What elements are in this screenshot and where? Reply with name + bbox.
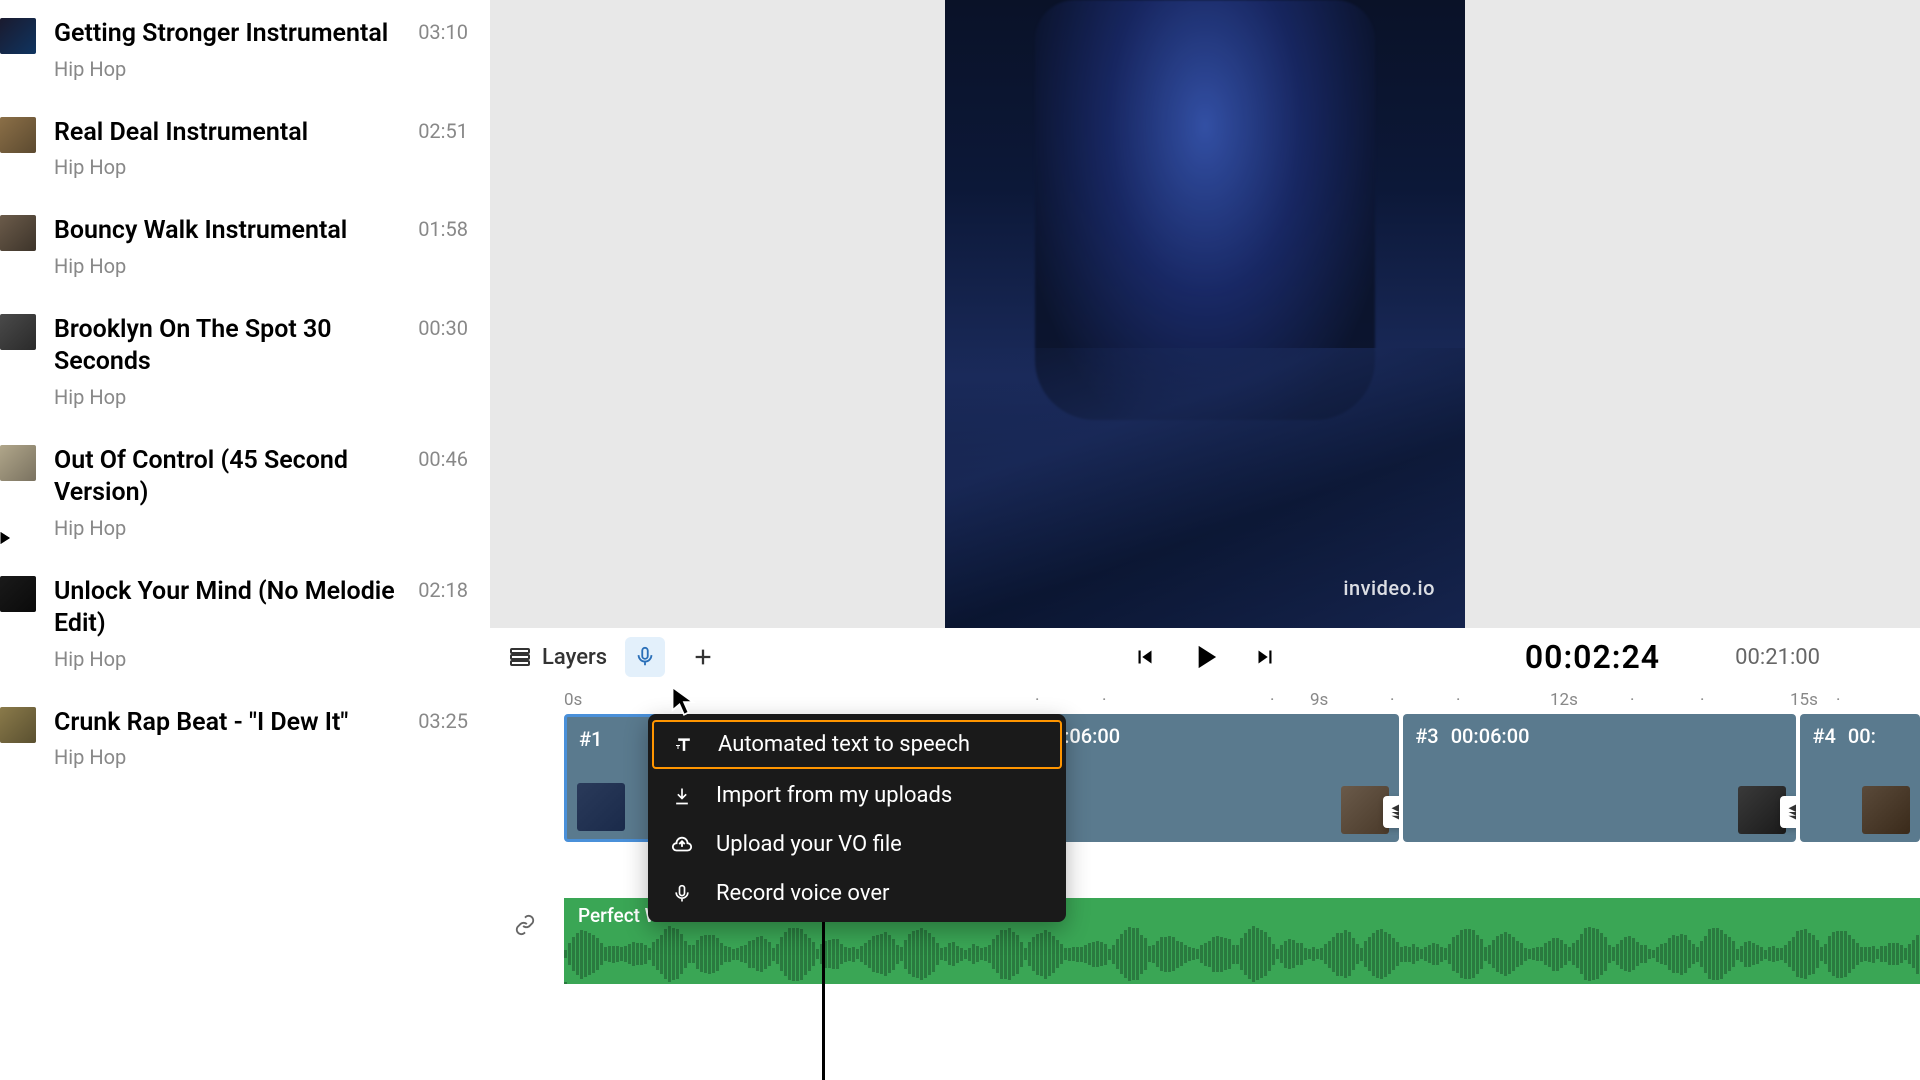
track-thumbnail: [0, 576, 36, 612]
clip-thumbnail: [1862, 786, 1910, 834]
track-title: Out Of Control (45 Second Version): [54, 445, 400, 510]
cloud-upload-icon: [670, 833, 694, 857]
track-item[interactable]: Real Deal Instrumental Hip Hop 02:51: [0, 99, 488, 198]
track-title: Bouncy Walk Instrumental: [54, 215, 400, 248]
track-thumbnail: [0, 445, 36, 481]
clip-thumbnail: [577, 783, 625, 831]
track-thumbnail: [0, 314, 36, 350]
track-duration: 00:30: [418, 314, 468, 340]
clip-duration: 00:06:00: [1451, 724, 1530, 748]
track-duration: 03:10: [418, 18, 468, 44]
track-duration: 03:25: [418, 707, 468, 733]
layers-button[interactable]: Layers: [508, 645, 607, 670]
download-icon: [670, 784, 694, 808]
track-genre: Hip Hop: [54, 745, 400, 769]
dropdown-item-tts[interactable]: Automated text to speech: [652, 720, 1062, 769]
track-title: Getting Stronger Instrumental: [54, 18, 400, 51]
track-genre: Hip Hop: [54, 516, 400, 540]
clip-id: #4: [1812, 724, 1835, 748]
track-item[interactable]: Bouncy Walk Instrumental Hip Hop 01:58: [0, 197, 488, 296]
ruler-tick: 12s: [1550, 690, 1578, 710]
track-genre: Hip Hop: [54, 155, 400, 179]
preview-canvas[interactable]: invideo.io: [945, 0, 1465, 628]
track-duration: 01:58: [418, 215, 468, 241]
track-title: Real Deal Instrumental: [54, 117, 400, 150]
track-thumbnail: [0, 117, 36, 153]
track-duration: 02:18: [418, 576, 468, 602]
ruler-tick: 15s: [1790, 690, 1818, 710]
play-icon[interactable]: [0, 528, 14, 552]
track-genre: Hip Hop: [54, 647, 400, 671]
skip-next-button[interactable]: [1252, 644, 1278, 670]
video-preview: invideo.io: [490, 0, 1920, 628]
microphone-icon: [670, 882, 694, 906]
timeline-clip[interactable]: #4 00:: [1800, 714, 1920, 842]
skip-previous-button[interactable]: [1132, 644, 1158, 670]
clip-thumbnail: [1341, 786, 1389, 834]
track-item[interactable]: Unlock Your Mind (No Melodie Edit) Hip H…: [0, 558, 488, 689]
layers-label: Layers: [542, 645, 607, 670]
voiceover-dropdown: Automated text to speech Import from my …: [648, 714, 1066, 922]
dropdown-label: Upload your VO file: [716, 832, 902, 857]
clip-duration: 00:: [1848, 724, 1876, 748]
play-button[interactable]: [1186, 638, 1224, 676]
track-item[interactable]: Out Of Control (45 Second Version) Hip H…: [0, 427, 488, 558]
track-duration: 02:51: [418, 117, 468, 143]
playback-controls: [1132, 638, 1278, 676]
waveform: [564, 926, 1920, 984]
track-item[interactable]: Crunk Rap Beat - "I Dew It" Hip Hop 03:2…: [0, 689, 488, 788]
layers-icon[interactable]: [1383, 796, 1399, 828]
watermark: invideo.io: [1343, 576, 1435, 600]
track-item[interactable]: Brooklyn On The Spot 30 Seconds Hip Hop …: [0, 296, 488, 427]
track-thumbnail: [0, 215, 36, 251]
dropdown-label: Record voice over: [716, 881, 889, 906]
ruler-tick: 9s: [1310, 690, 1328, 710]
dropdown-label: Import from my uploads: [716, 783, 952, 808]
layers-icon[interactable]: [1780, 796, 1796, 828]
track-genre: Hip Hop: [54, 57, 400, 81]
add-button[interactable]: [683, 637, 723, 677]
voiceover-button[interactable]: [625, 637, 665, 677]
ruler-tick: 0s: [564, 690, 582, 710]
plus-icon: [692, 646, 714, 668]
current-time: 00:02:24: [1525, 638, 1660, 676]
clip-id: #3: [1415, 724, 1438, 748]
clip-id: #1: [579, 727, 602, 751]
timeline-clip[interactable]: #3 00:06:00: [1403, 714, 1796, 842]
timeline-ruler[interactable]: 0s · · · 9s · · 12s · · 15s ·: [490, 686, 1920, 714]
dropdown-item-record[interactable]: Record voice over: [648, 869, 1066, 918]
dropdown-label: Automated text to speech: [718, 732, 970, 757]
track-thumbnail: [0, 707, 36, 743]
track-title: Unlock Your Mind (No Melodie Edit): [54, 576, 400, 641]
clip-thumbnail: [1738, 786, 1786, 834]
track-item[interactable]: Getting Stronger Instrumental Hip Hop 03…: [0, 0, 488, 99]
track-genre: Hip Hop: [54, 385, 400, 409]
dropdown-item-import[interactable]: Import from my uploads: [648, 771, 1066, 820]
music-library-sidebar: Getting Stronger Instrumental Hip Hop 03…: [0, 0, 488, 1080]
cursor-icon: [670, 685, 698, 721]
track-title: Brooklyn On The Spot 30 Seconds: [54, 314, 400, 379]
microphone-icon: [634, 646, 656, 668]
timeline-toolbar: Layers 00:02:24 00:21:00: [490, 628, 1920, 686]
text-icon: [672, 733, 696, 757]
track-duration: 00:46: [418, 445, 468, 471]
track-title: Crunk Rap Beat - "I Dew It": [54, 707, 400, 740]
layers-icon: [508, 645, 532, 669]
track-genre: Hip Hop: [54, 254, 400, 278]
unlink-icon[interactable]: [514, 914, 536, 940]
track-thumbnail: [0, 18, 36, 54]
total-time: 00:21:00: [1735, 645, 1820, 670]
dropdown-item-upload[interactable]: Upload your VO file: [648, 820, 1066, 869]
